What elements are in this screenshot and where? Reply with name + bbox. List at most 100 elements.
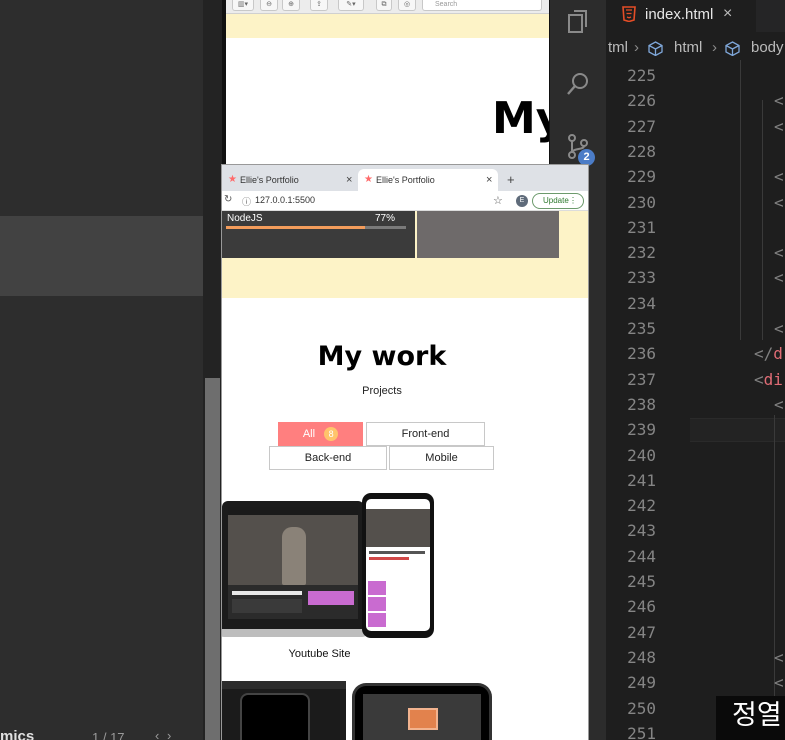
search-input[interactable]: Search	[422, 0, 542, 11]
page-indicator: 1 / 17	[92, 730, 125, 740]
explorer-icon[interactable]	[564, 8, 592, 36]
element-cube-icon	[725, 41, 740, 56]
breadcrumb-item[interactable]: tml	[608, 39, 628, 56]
code-line: <	[774, 116, 784, 136]
search-icon[interactable]	[564, 70, 592, 98]
close-icon[interactable]: ×	[346, 169, 352, 191]
breadcrumb: tml › html › body	[606, 36, 785, 60]
skill-name: NodeJS	[227, 213, 263, 224]
tab-label: index.html	[645, 6, 714, 23]
line-number: 229	[627, 167, 656, 187]
zoom-out-icon[interactable]: ⊖	[260, 0, 278, 11]
back-page-heading: My	[492, 93, 550, 144]
browser-tab-active[interactable]: ★ Ellie's Portfolio ×	[358, 169, 498, 191]
skill-percent: 77%	[375, 213, 396, 224]
project-title: Youtube Site	[288, 648, 351, 660]
line-number: 242	[627, 496, 656, 516]
line-number: 232	[627, 243, 656, 263]
laptop-mockup-image	[222, 501, 368, 637]
browser-window-front: ★ Ellie's Portfolio × ★ Ellie's Portfoli…	[222, 165, 588, 740]
chevron-right-icon: ›	[634, 39, 639, 56]
browser-tab[interactable]: ★ Ellie's Portfolio ×	[222, 169, 356, 191]
close-icon[interactable]: ×	[723, 5, 732, 23]
code-line: <di	[754, 369, 783, 389]
scm-badge: 2	[578, 149, 595, 166]
code-line: <	[774, 91, 784, 111]
category-mobile-button[interactable]: Mobile	[389, 446, 494, 470]
category-count-badge: 8	[324, 427, 339, 442]
skill-panel: NodeJS 77%	[222, 211, 415, 258]
share-icon[interactable]: ⇪	[310, 0, 328, 11]
code-line: <	[774, 243, 784, 263]
line-number: 228	[627, 141, 656, 161]
line-number: 240	[627, 445, 656, 465]
zoom-in-icon[interactable]: ⊕	[282, 0, 300, 11]
line-number: 226	[627, 91, 656, 111]
line-number: 248	[627, 647, 656, 667]
code-line: <	[774, 673, 784, 693]
sidebar-toggle-icon[interactable]: ▥▾	[232, 0, 254, 11]
line-number: 239	[627, 420, 656, 440]
pen-icon[interactable]: ✎▾	[338, 0, 364, 11]
video-subtitle: 정열	[716, 696, 785, 740]
line-number: 225	[627, 66, 656, 85]
breadcrumb-item[interactable]: body	[751, 39, 784, 56]
line-number: 233	[627, 268, 656, 288]
editor-tab-bar: index.html ×	[606, 0, 785, 32]
skill-side-image	[417, 211, 559, 258]
address-bar: ↻ ⓘ 127.0.0.1:5500 ☆ E Update ⋮	[222, 191, 588, 211]
line-number: 243	[627, 521, 656, 541]
project-card[interactable]	[222, 681, 502, 740]
line-number: 235	[627, 319, 656, 338]
line-number: 246	[627, 597, 656, 617]
code-line: <	[774, 394, 784, 414]
breadcrumb-item[interactable]: html	[674, 39, 702, 56]
phone-mockup-image	[362, 493, 434, 638]
category-front-end-button[interactable]: Front-end	[366, 422, 485, 446]
category-back-end-button[interactable]: Back-end	[269, 446, 387, 470]
code-line: <	[774, 647, 784, 667]
work-section-subtitle: Projects	[362, 385, 402, 397]
page-nav-arrows[interactable]: ‹ ›	[155, 728, 173, 740]
favicon-star-icon: ★	[364, 174, 373, 185]
url-field[interactable]: 127.0.0.1:5500	[255, 195, 315, 205]
laptop-mockup-image	[222, 681, 346, 740]
code-line: <	[774, 319, 784, 338]
category-all-button[interactable]: All 8	[278, 422, 363, 446]
tab-index-html[interactable]: index.html ×	[606, 0, 756, 32]
back-page-banner	[226, 14, 550, 38]
line-number: 249	[627, 673, 656, 693]
project-card-youtube[interactable]	[222, 493, 436, 638]
copy-icon[interactable]: ⧉	[376, 0, 392, 11]
left-scrollbar-thumb[interactable]	[205, 378, 220, 740]
browser-window-back: ▥▾ ⊖ ⊕ ⇪ ✎▾ ⧉ ◎ Search My	[222, 0, 550, 170]
line-number: 230	[627, 192, 656, 212]
line-number: 244	[627, 546, 656, 566]
line-number: 245	[627, 572, 656, 591]
selected-list-item[interactable]	[0, 216, 203, 296]
browser-tab-strip: ★ Ellie's Portfolio × ★ Ellie's Portfoli…	[222, 165, 588, 191]
account-icon[interactable]: ◎	[398, 0, 416, 11]
new-tab-button[interactable]: +	[507, 173, 515, 187]
work-section-title: My work	[317, 341, 447, 372]
line-number: 247	[627, 622, 656, 642]
code-line: <	[774, 192, 784, 212]
category-label: All	[302, 428, 316, 440]
line-number-gutter: 225 226 227 228 229 230 231 232 233 234 235 236 237 2…	[606, 60, 666, 740]
line-number: 231	[627, 217, 656, 237]
bookmark-star-icon[interactable]: ☆	[493, 194, 503, 207]
editor-pane: index.html × tml › html › body 225 226 227…	[606, 0, 785, 740]
html5-icon	[622, 6, 636, 22]
line-number: 234	[627, 293, 656, 313]
skill-progress-fill	[226, 226, 365, 229]
kebab-menu-icon: ⋮	[569, 196, 577, 205]
line-number: 251	[627, 723, 656, 740]
close-icon[interactable]: ×	[486, 169, 492, 191]
reload-icon[interactable]: ↻	[224, 194, 232, 205]
avatar[interactable]: E	[516, 195, 528, 207]
update-button[interactable]: Update ⋮	[532, 193, 584, 209]
code-area[interactable]: < < < < < < < </d <di < < <	[666, 60, 785, 740]
info-icon[interactable]: ⓘ	[242, 195, 251, 208]
code-line: <	[774, 167, 784, 187]
devtools-toolbar: ▥▾ ⊖ ⊕ ⇪ ✎▾ ⧉ ◎ Search	[226, 0, 550, 14]
